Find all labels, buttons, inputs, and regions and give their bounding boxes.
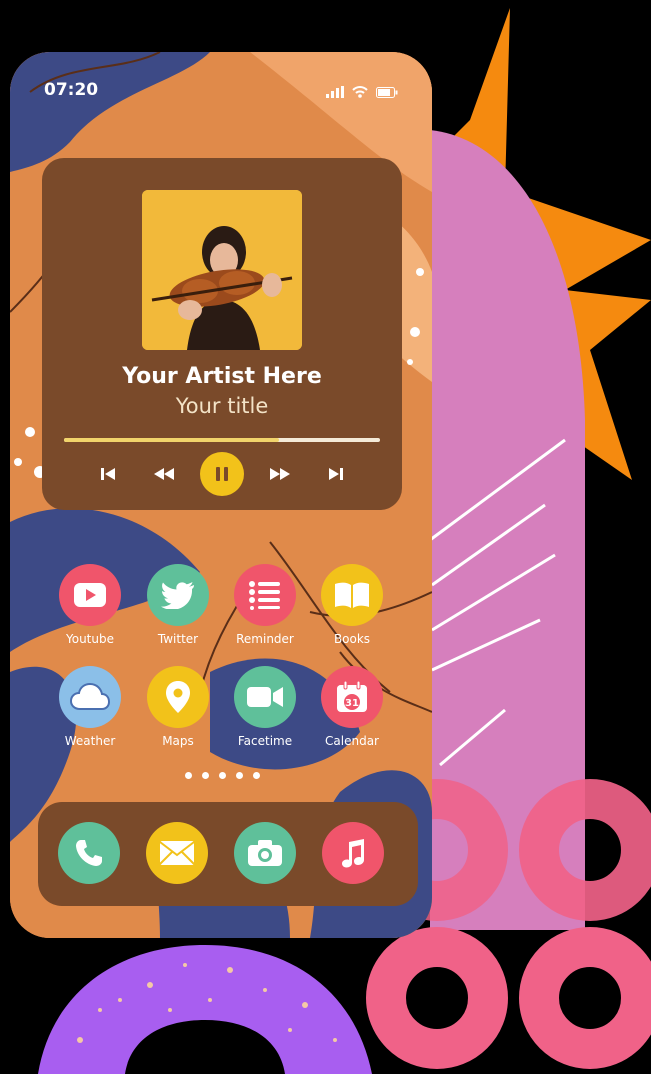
list-icon: [249, 581, 280, 610]
app-label: Youtube: [66, 632, 114, 646]
app-icon-bg: [234, 666, 296, 728]
app-calendar[interactable]: 31 Calendar: [312, 666, 392, 748]
app-icon-bg: [59, 666, 121, 728]
app-label: Reminder: [236, 632, 294, 646]
page-indicator[interactable]: [185, 772, 260, 779]
signal-icon: [326, 86, 344, 98]
app-label: Twitter: [157, 632, 199, 646]
dock-phone[interactable]: [58, 822, 120, 884]
app-books[interactable]: Books: [312, 564, 392, 646]
artist-name: Your Artist Here: [122, 364, 322, 389]
rewind-icon: [154, 468, 174, 480]
dock-mail[interactable]: [146, 822, 208, 884]
playback-progress-bar[interactable]: [64, 438, 380, 442]
calendar-icon: 31: [337, 680, 367, 712]
app-reminder[interactable]: Reminder: [225, 564, 305, 646]
page-dot[interactable]: [236, 772, 243, 779]
app-facetime[interactable]: Facetime: [225, 666, 305, 748]
app-icon-bg: [147, 666, 209, 728]
book-icon: [335, 582, 369, 608]
purple-arch: [38, 945, 372, 1074]
cloud-icon: [70, 683, 110, 710]
music-widget[interactable]: Your Artist Here Your title: [42, 158, 402, 510]
map-pin-icon: [166, 681, 190, 713]
page-dot[interactable]: [219, 772, 226, 779]
app-label: Maps: [162, 734, 194, 748]
fast-forward-icon: [270, 468, 290, 480]
violinist-photo: [142, 190, 302, 350]
skip-back-icon: [101, 468, 115, 480]
skip-forward-button[interactable]: [316, 454, 356, 494]
music-note-icon: [342, 839, 364, 868]
phone-icon: [76, 840, 102, 866]
dock-music[interactable]: [322, 822, 384, 884]
rewind-button[interactable]: [144, 454, 184, 494]
pause-icon: [216, 467, 228, 481]
phone-screen: 07:20 Your Artist Here Your title Youtub…: [10, 52, 432, 938]
album-art: [142, 190, 302, 350]
battery-icon: [376, 87, 398, 98]
dock: [38, 802, 418, 906]
video-camera-icon: [247, 687, 283, 707]
camera-icon: [248, 840, 282, 866]
page-dot[interactable]: [202, 772, 209, 779]
playback-controls: [42, 452, 402, 496]
status-time: 07:20: [44, 80, 99, 100]
app-icon-bg: [234, 564, 296, 626]
calendar-badge: 31: [345, 698, 359, 709]
pause-button[interactable]: [200, 452, 244, 496]
app-maps[interactable]: Maps: [138, 666, 218, 748]
app-label: Weather: [64, 734, 116, 748]
app-icon-bg: [147, 564, 209, 626]
app-label: Books: [333, 632, 371, 646]
wifi-icon: [352, 86, 368, 98]
youtube-icon: [74, 583, 106, 607]
track-title: Your title: [175, 394, 269, 418]
app-icon-bg: [321, 564, 383, 626]
playback-progress-fill: [64, 438, 279, 442]
app-label: Facetime: [237, 734, 293, 748]
page-dot[interactable]: [253, 772, 260, 779]
app-twitter[interactable]: Twitter: [138, 564, 218, 646]
app-icon-bg: 31: [321, 666, 383, 728]
status-icons: [326, 86, 398, 98]
mail-icon: [159, 841, 195, 865]
page-dot[interactable]: [185, 772, 192, 779]
app-label: Calendar: [325, 734, 379, 748]
dock-camera[interactable]: [234, 822, 296, 884]
app-weather[interactable]: Weather: [50, 666, 130, 748]
skip-back-button[interactable]: [88, 454, 128, 494]
twitter-icon: [161, 582, 194, 609]
app-icon-bg: [59, 564, 121, 626]
app-youtube[interactable]: Youtube: [50, 564, 130, 646]
skip-forward-icon: [329, 468, 343, 480]
fast-forward-button[interactable]: [260, 454, 300, 494]
